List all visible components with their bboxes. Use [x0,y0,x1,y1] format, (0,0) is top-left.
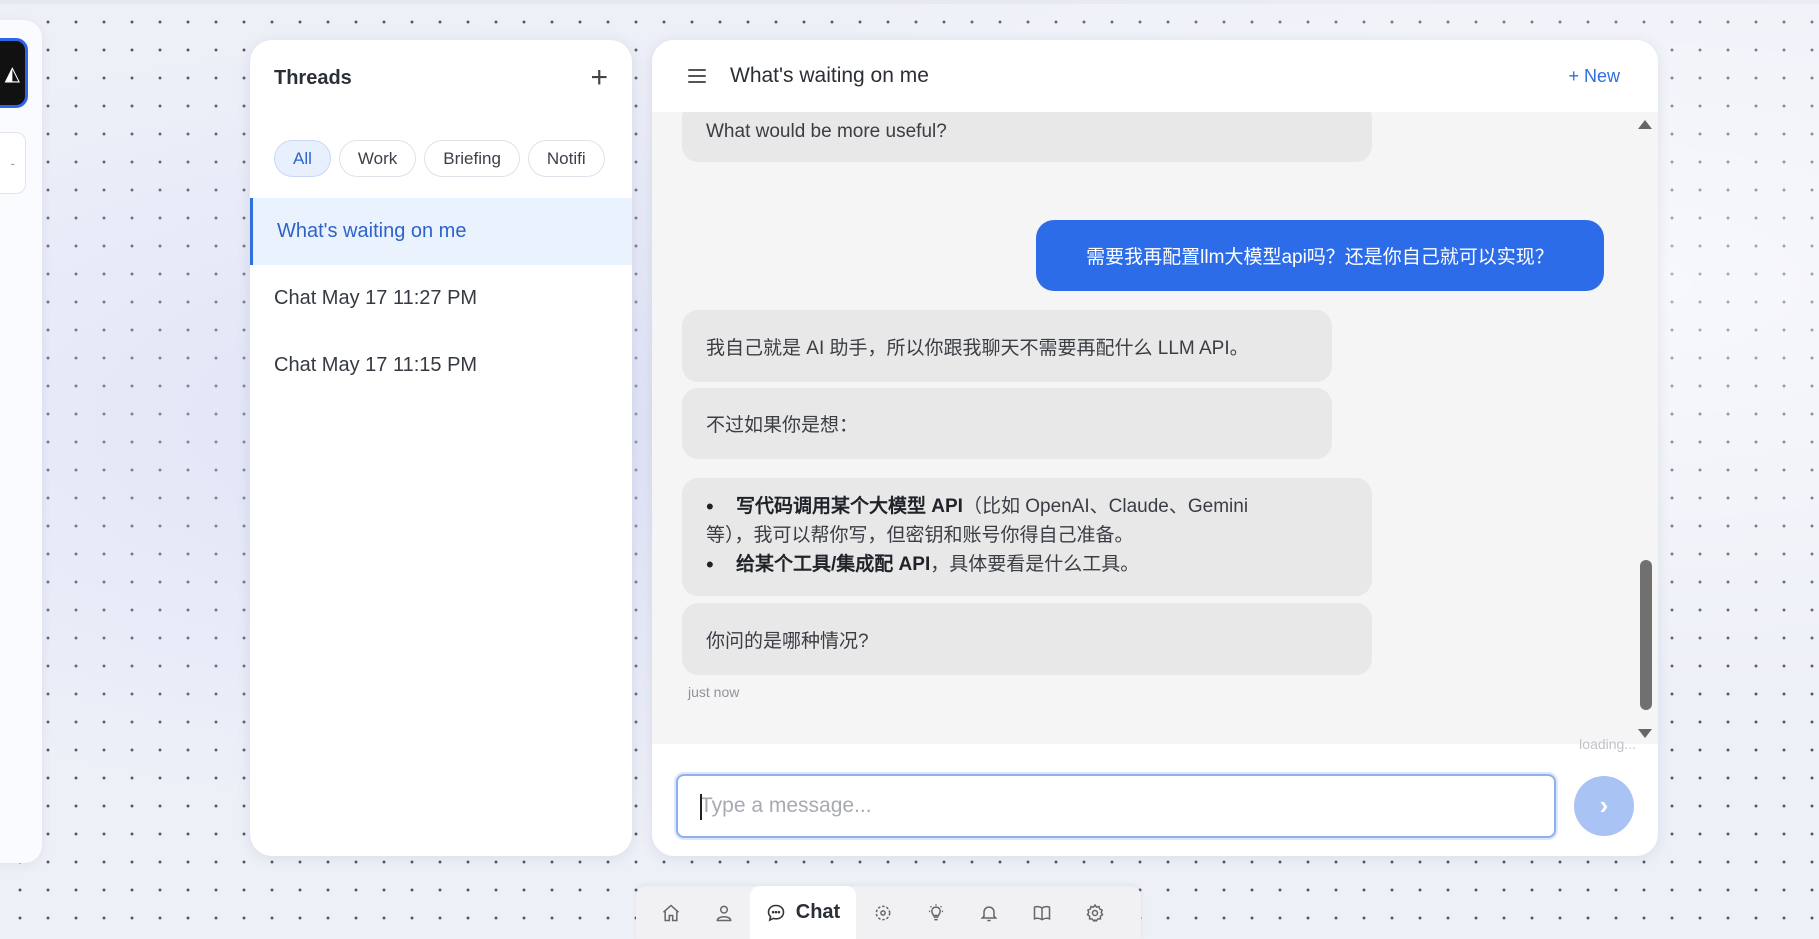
assistant-message: What would be more useful? [682,112,1372,162]
message-text: 你问的是哪种情况? [706,630,869,652]
thread-list: What's waiting on me Chat May 17 11:27 P… [250,198,632,399]
nav-chat[interactable]: Chat [750,886,856,939]
chat-panel: What's waiting on me + New What would be… [652,40,1658,856]
bullet-item: 写代码调用某个大模型 API（比如 OpenAI、Claude、Gemini 等）… [706,492,1348,550]
message-input[interactable] [700,794,1554,818]
filter-chip-work[interactable]: Work [338,140,417,177]
chat-title: What's waiting on me [730,64,929,87]
new-chat-button[interactable]: + New [1568,66,1620,87]
message-timestamp: just now [688,684,740,700]
assistant-message: 我自己就是 AI 助手，所以你跟我聊天不需要再配什么 LLM API。 [682,310,1332,382]
menu-icon[interactable] [688,69,706,83]
assistant-message: 你问的是哪种情况? [682,603,1372,675]
home-icon [662,903,679,921]
chat-header: What's waiting on me + New [652,40,1658,112]
send-button[interactable]: › [1574,776,1634,836]
nav-ideas[interactable] [909,886,962,939]
scrollbar-thumb[interactable] [1640,560,1652,710]
nav-library[interactable] [1015,886,1068,939]
thread-item[interactable]: Chat May 17 11:27 PM [250,265,632,332]
bullet-bold: 写代码调用某个大模型 API [736,496,963,517]
nav-home[interactable] [644,886,697,939]
message-text: What would be more useful? [706,121,947,142]
rail-collapse-button[interactable]: - [0,132,26,194]
rail-collapse-label: - [10,155,15,171]
assistant-message: 写代码调用某个大模型 API（比如 OpenAI、Claude、Gemini 等）… [682,478,1372,596]
user-icon [716,905,731,921]
book-icon [1033,905,1050,921]
new-thread-button[interactable]: + [590,63,608,93]
bullet-text: （比如 OpenAI、Claude、Gemini [962,496,1249,517]
thread-filters: All Work Briefing Notifi [250,140,632,180]
thread-item-active[interactable]: What's waiting on me [250,198,632,265]
user-message: 需要我再配置llm大模型api吗？还是你自己就可以实现？ [1036,220,1604,291]
top-border [0,0,1819,4]
filter-chip-all[interactable]: All [274,140,331,177]
message-text: 我自己就是 AI 助手，所以你跟我聊天不需要再配什么 LLM API。 [706,337,1249,359]
loading-indicator: loading... [1579,736,1636,752]
chat-icon [767,904,785,921]
filter-chip-briefing[interactable]: Briefing [424,140,520,177]
scroll-up-arrow[interactable] [1638,120,1652,129]
message-text: 需要我再配置llm大模型api吗？还是你自己就可以实现？ [1086,247,1554,268]
message-bullet-list: 写代码调用某个大模型 API（比如 OpenAI、Claude、Gemini 等）… [706,492,1348,579]
bullet-text-continued: 等），我可以帮你写，但密钥和账号你得自己准备。 [706,525,1134,546]
threads-title: Threads [274,66,352,89]
message-text: 不过如果你是想： [706,415,859,436]
bullet-item: 给某个工具/集成配 API，具体要看是什么工具。 [706,550,1348,579]
lightbulb-icon [928,903,943,920]
bullet-bold: 给某个工具/集成配 API [736,554,931,575]
threads-header: Threads + [250,40,632,116]
message-list[interactable]: What would be more useful? 需要我再配置llm大模型a… [652,112,1658,744]
filter-chip-notifications[interactable]: Notifi [527,140,605,177]
bottom-nav: Chat [636,886,1141,939]
scroll-down-arrow[interactable] [1638,729,1652,738]
bell-icon [980,905,997,921]
nav-chat-label: Chat [795,901,841,923]
message-input-container [676,774,1556,838]
nav-focus[interactable] [856,886,909,939]
threads-panel: Threads + All Work Briefing Notifi What'… [250,40,632,856]
assistant-message: 不过如果你是想： [682,388,1332,459]
focus-icon [875,905,890,920]
bullet-text: ，具体要看是什么工具。 [930,554,1140,575]
nav-profile[interactable] [697,886,750,939]
thread-item[interactable]: Chat May 17 11:15 PM [250,332,632,399]
nav-settings[interactable] [1068,886,1121,939]
app-logo-icon[interactable]: ◭ [0,38,28,108]
gear-icon [1086,903,1103,922]
text-caret [700,794,702,820]
nav-notifications[interactable] [962,886,1015,939]
send-arrow-icon: › [1599,789,1609,820]
